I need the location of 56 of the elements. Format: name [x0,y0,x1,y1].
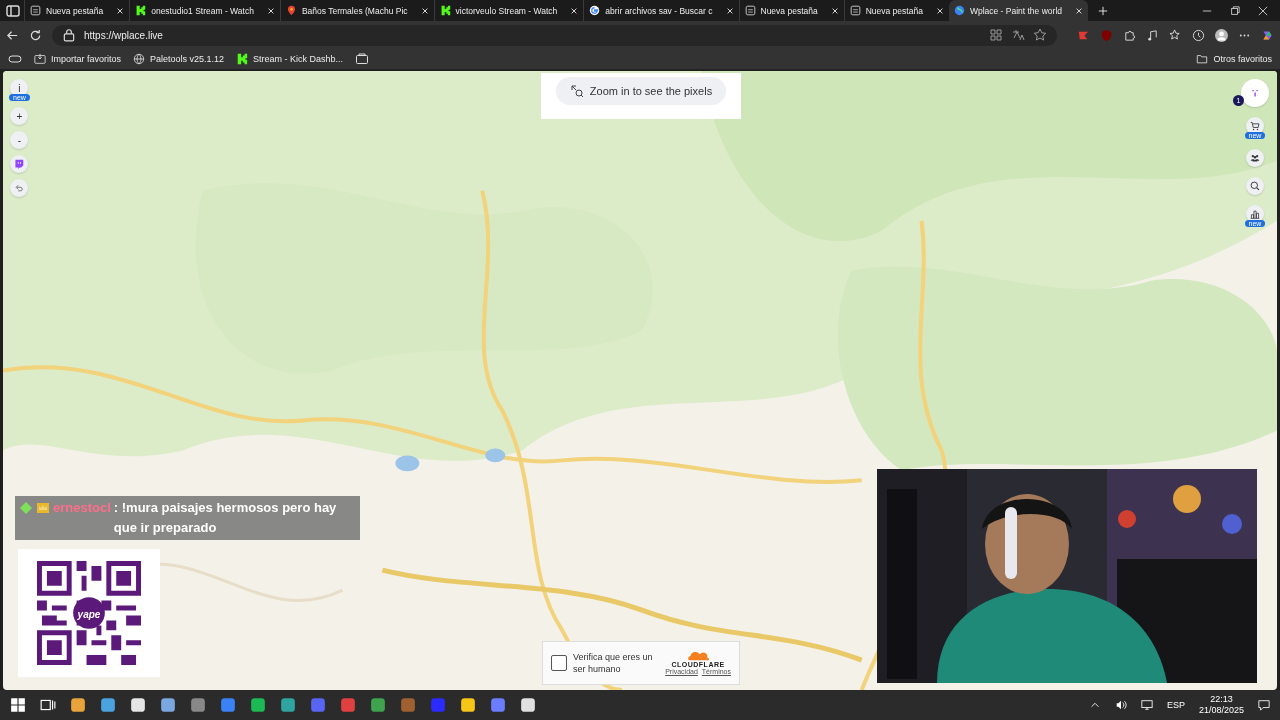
windows-start-icon[interactable] [10,697,26,713]
music-icon[interactable] [1146,28,1159,42]
kick-logo-icon [439,5,451,16]
map-pin-icon [285,5,297,16]
translate-icon[interactable] [1011,28,1025,42]
taskbar-app-icon[interactable] [460,697,476,713]
task-view-icon[interactable] [40,697,56,713]
folder-icon [1196,53,1209,65]
star-icon[interactable] [1033,28,1047,42]
close-icon[interactable] [266,6,275,15]
bookmark-item[interactable]: Importar favoritos [34,53,122,65]
speaker-icon[interactable] [1114,699,1127,711]
bookmark-item[interactable]: Paletools v25.1.12 [133,53,225,65]
history-icon[interactable] [1192,28,1205,42]
notifications-icon[interactable] [1258,699,1270,711]
apps-icon[interactable] [989,28,1003,42]
tab-actions-icon[interactable] [6,3,20,18]
other-bookmarks-item[interactable]: Otros favoritos [1196,53,1272,65]
taskbar-app-icon[interactable] [100,697,116,713]
profile-icon[interactable] [1215,28,1228,42]
import-icon [34,53,46,65]
kick-logo-icon [236,53,249,65]
language-indicator[interactable]: ESP [1166,700,1185,710]
close-icon[interactable] [1075,6,1083,15]
globe-icon [133,53,146,65]
close-icon[interactable] [1258,5,1268,16]
restore-icon[interactable] [1230,5,1240,16]
page-icon [744,5,756,16]
page-icon [849,5,861,16]
clock[interactable]: 22:13 21/08/2025 [1198,694,1244,716]
taskbar-app-icon[interactable] [130,697,146,713]
folder-icon[interactable] [355,52,370,66]
page-icon [30,5,41,16]
taskbar-app-icon[interactable] [70,697,86,713]
browser-tab[interactable]: Wplace - Paint the world [948,0,1088,21]
globe-icon [953,5,965,16]
taskbar-app-icon[interactable] [520,697,536,713]
close-icon[interactable] [420,6,429,15]
kick-logo-icon [135,5,147,16]
bookmark-item[interactable]: Stream - Kick Dashb... [236,53,344,65]
close-icon[interactable] [570,6,579,15]
taskbar-app-icon[interactable] [160,697,176,713]
taskbar-app-icon[interactable] [250,697,266,713]
close-icon[interactable] [116,6,125,15]
sidebar-icon[interactable] [8,52,22,66]
copilot-icon[interactable] [1261,28,1274,42]
reload-icon[interactable] [29,28,42,42]
lock-icon [62,28,76,42]
new-tab-icon[interactable] [1098,5,1108,16]
address-bar[interactable]: https://wplace.live [52,24,1057,46]
google-icon [589,5,601,16]
close-icon[interactable] [725,6,734,15]
favorites-icon[interactable] [1169,28,1182,42]
taskbar-app-icon[interactable] [280,697,296,713]
close-icon[interactable] [830,6,839,15]
close-icon[interactable] [935,6,944,15]
